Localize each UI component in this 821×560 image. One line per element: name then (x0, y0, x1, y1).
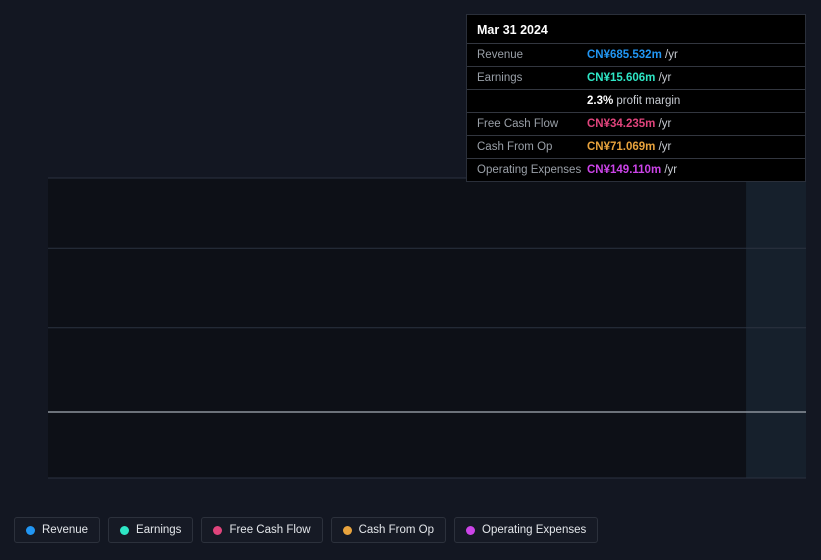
legend-color-dot (213, 525, 223, 535)
legend-item-earnings[interactable]: Earnings (108, 517, 194, 543)
tooltip-row: Operating Expenses CN¥149.110m /yr (467, 158, 805, 181)
legend-item-operating-expenses[interactable]: Operating Expenses (454, 517, 599, 543)
tooltip-row-label: Free Cash Flow (477, 118, 559, 130)
tooltip-row-value: CN¥149.110m /yr (587, 164, 678, 176)
tooltip-row: Earnings CN¥15.606m /yr (467, 66, 805, 89)
tooltip-row-value: 2.3% profit margin (587, 95, 681, 107)
legend-color-dot (120, 525, 130, 535)
tooltip-row: Cash From Op CN¥71.069m /yr (467, 135, 805, 158)
legend-color-dot (342, 525, 352, 535)
tooltip-row-label: Revenue (477, 49, 524, 61)
tooltip-row-label: Operating Expenses (477, 164, 582, 176)
tooltip-date: Mar 31 2024 (477, 23, 548, 37)
legend-label: Earnings (136, 524, 182, 536)
chart-legend: Revenue Earnings Free Cash Flow Cash From O… (14, 517, 599, 543)
tooltip-rows: Revenue CN¥685.532m /yr Earnings CN¥15.606m… (467, 43, 805, 181)
tooltip-row: Free Cash Flow CN¥34.235m /yr (467, 112, 805, 135)
legend-label: Revenue (42, 524, 89, 536)
tooltip-row-value: CN¥685.532m /yr (587, 49, 678, 61)
legend-color-dot (466, 525, 476, 535)
financial-chart: Mar 31 2024 Revenue CN¥685.532m /yr Earnin… (0, 0, 821, 560)
legend-color-dot (26, 525, 35, 535)
tooltip-row-value: CN¥15.606m /yr (587, 72, 672, 84)
tooltip-row-value: CN¥71.069m /yr (587, 141, 672, 153)
legend-item-revenue[interactable]: Revenue (14, 517, 101, 543)
tooltip-row: Revenue CN¥685.532m /yr (467, 43, 805, 66)
legend-item-cash-from-op[interactable]: Cash From Op (330, 517, 447, 543)
legend-label: Free Cash Flow (229, 524, 311, 536)
tooltip-row: 2.3% profit margin (467, 89, 805, 112)
legend-label: Operating Expenses (482, 524, 587, 536)
legend-item-free-cash-flow[interactable]: Free Cash Flow (201, 517, 323, 543)
tooltip-row-label: Cash From Op (477, 141, 553, 153)
legend-label: Cash From Op (358, 524, 435, 536)
data-tooltip: Mar 31 2024 Revenue CN¥685.532m /yr Earnin… (466, 14, 806, 182)
tooltip-row-value: CN¥34.235m /yr (587, 118, 672, 130)
tooltip-row-label: Earnings (477, 72, 523, 84)
